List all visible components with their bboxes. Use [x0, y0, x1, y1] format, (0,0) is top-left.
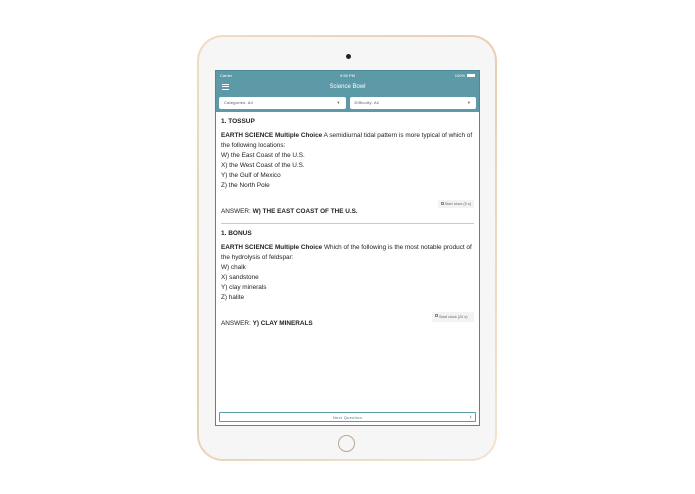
tossup-question: EARTH SCIENCE Multiple Choice A semidiur…: [221, 131, 474, 151]
difficulty-filter[interactable]: Difficulty: All ▼: [349, 96, 476, 109]
bonus-choice-w: W) chalk: [221, 264, 246, 271]
tossup-choice-y: Y) the Gulf of Mexico: [221, 172, 281, 179]
tossup-clock-label: Start clock (5 s): [444, 202, 471, 206]
bonus-category: EARTH SCIENCE Multiple Choice: [221, 244, 323, 251]
category-filter[interactable]: Categories: All ▼: [219, 96, 346, 109]
category-filter-label: Categories: All: [224, 100, 253, 105]
bonus-clock-label: Start clock (20 s): [439, 315, 468, 319]
filter-bar: Categories: All ▼ Difficulty: All ▼: [216, 93, 479, 112]
status-time: 9:56 PM: [340, 73, 355, 78]
bonus-answer-row: ANSWER: Y) CLAY MINERALS Start clock (20…: [221, 312, 474, 327]
checkbox-icon: [440, 202, 444, 205]
page-title: Science Bowl: [329, 83, 366, 90]
nav-bar: Science Bowl: [216, 80, 479, 93]
chevron-down-icon: ▼: [336, 100, 341, 105]
bonus-choice-x: X) sandstone: [221, 274, 259, 281]
bonus-choice-y: Y) clay minerals: [221, 284, 267, 291]
section-divider: [221, 223, 474, 224]
difficulty-filter-label: Difficulty: All: [354, 100, 379, 105]
tossup-choice-z: Z) the North Pole: [221, 182, 270, 189]
next-question-label: Next Question: [332, 414, 363, 420]
tossup-category: EARTH SCIENCE Multiple Choice: [221, 132, 323, 139]
next-question-button[interactable]: Next Question ›: [219, 412, 476, 422]
chevron-right-icon: ›: [469, 413, 472, 421]
camera-icon: [346, 54, 351, 59]
bonus-choice-z: Z) halite: [221, 294, 245, 301]
answer-label: ANSWER:: [221, 208, 251, 215]
checkbox-icon: [435, 314, 438, 317]
tossup-answer: ANSWER: W) THE EAST COAST OF THE U.S.: [221, 208, 358, 215]
home-button[interactable]: [338, 435, 355, 452]
question-content: 1. TOSSUP EARTH SCIENCE Multiple Choice …: [216, 112, 479, 327]
tossup-section: 1. TOSSUP EARTH SCIENCE Multiple Choice …: [221, 118, 474, 215]
bonus-start-clock-button[interactable]: Start clock (20 s): [432, 312, 474, 322]
chevron-down-icon: ▼: [466, 100, 471, 105]
tossup-choice-w: W) the East Coast of the U.S.: [221, 152, 305, 159]
answer-label: ANSWER:: [221, 320, 251, 327]
status-bar: Carrier 9:56 PM 100%: [216, 71, 479, 80]
hamburger-menu-icon[interactable]: [222, 83, 229, 90]
bonus-answer: ANSWER: Y) CLAY MINERALS: [221, 320, 313, 327]
tossup-start-clock-button[interactable]: Start clock (5 s): [437, 200, 474, 208]
bonus-title: 1. BONUS: [221, 230, 252, 237]
bonus-section: 1. BONUS EARTH SCIENCE Multiple Choice W…: [221, 230, 474, 327]
tossup-title: 1. TOSSUP: [221, 118, 255, 125]
app-screen: Carrier 9:56 PM 100% Science Bowl Catego…: [215, 70, 480, 426]
tossup-answer-row: ANSWER: W) THE EAST COAST OF THE U.S. St…: [221, 200, 474, 215]
bonus-answer-text: Y) CLAY MINERALS: [252, 320, 313, 327]
bonus-question: EARTH SCIENCE Multiple Choice Which of t…: [221, 243, 474, 263]
tossup-answer-text: W) THE EAST COAST OF THE U.S.: [252, 208, 358, 215]
tossup-choice-x: X) the West Coast of the U.S.: [221, 162, 305, 169]
